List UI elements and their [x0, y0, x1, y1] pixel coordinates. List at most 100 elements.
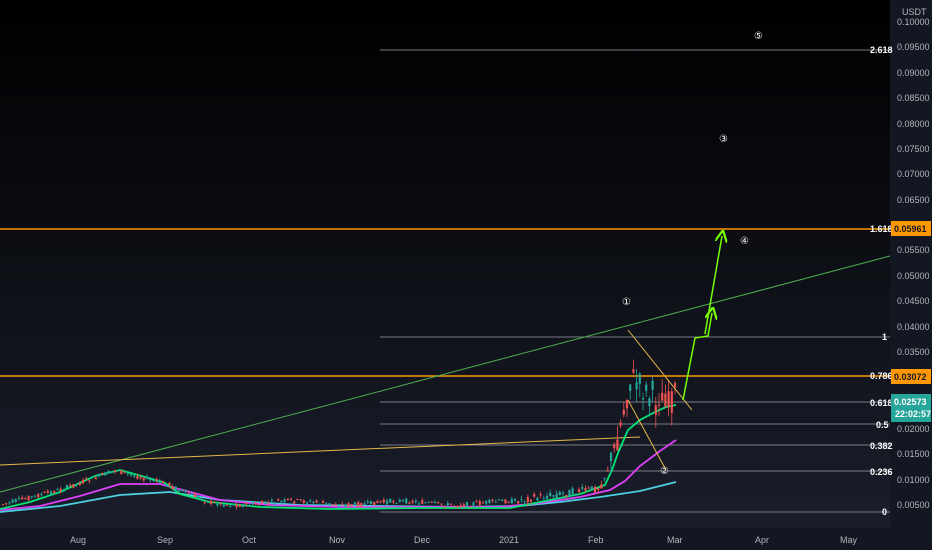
candle-body: [337, 506, 341, 508]
candle-body: [69, 485, 72, 487]
fib-label: 0.786: [870, 371, 893, 381]
candle-body: [145, 476, 149, 479]
candle-body: [14, 499, 17, 502]
candle-body: [331, 504, 334, 506]
candle-body: [53, 491, 56, 494]
candle-body: [72, 484, 75, 488]
candle-body: [8, 502, 11, 504]
candle-body: [350, 504, 353, 506]
candle-body: [648, 398, 651, 407]
candle-body: [568, 490, 571, 497]
candle-body: [574, 493, 577, 496]
candle-body: [5, 503, 8, 505]
candle-body: [270, 499, 273, 501]
candle-body: [501, 499, 504, 501]
time-label: Apr: [755, 535, 769, 545]
candle-body: [235, 504, 238, 508]
candle-body: [427, 501, 430, 503]
candle-body: [430, 501, 433, 503]
candle-body: [385, 500, 389, 504]
candle-body: [360, 503, 363, 507]
candle-body: [558, 492, 561, 496]
time-label: Mar: [667, 535, 683, 545]
chart-canvas[interactable]: USDT 0.10000 0.09500 0.09000 0.08500 0.0…: [0, 0, 932, 550]
candle-body: [353, 502, 357, 505]
candle-body: [104, 472, 107, 476]
candle-body: [398, 499, 401, 502]
candle-body: [661, 392, 664, 401]
candle-body: [632, 369, 635, 373]
candle-body: [536, 497, 539, 501]
candle-body: [597, 488, 600, 491]
candle-body: [520, 499, 523, 501]
candle-body: [46, 490, 49, 493]
candle-body: [161, 481, 165, 483]
candle-body: [334, 504, 337, 506]
wave-label-2[interactable]: ②: [660, 466, 669, 477]
price-tick: 0.01500: [897, 449, 930, 459]
candle-body: [657, 404, 661, 406]
candle-body: [241, 504, 245, 507]
price-tick: 0.03500: [897, 347, 930, 357]
candle-body: [149, 479, 152, 481]
candle-body: [286, 498, 289, 500]
candle-body: [238, 504, 241, 507]
candle-body: [273, 503, 277, 505]
candle-body: [510, 498, 513, 504]
wave-label-3[interactable]: ③: [719, 134, 728, 145]
candle-body: [629, 384, 632, 391]
candle-body: [187, 493, 190, 495]
wave-label-1[interactable]: ①: [622, 297, 631, 308]
candle-body: [152, 480, 155, 482]
price-tick: 0.00500: [897, 500, 930, 510]
candle-body: [533, 494, 536, 497]
candle-body: [280, 500, 283, 503]
candle-body: [437, 502, 440, 504]
candle-body: [373, 501, 376, 506]
candle-body: [600, 484, 603, 489]
candle-body: [209, 500, 213, 504]
time-label: Aug: [70, 535, 86, 545]
candle-body: [613, 444, 616, 449]
candle-body: [216, 504, 219, 506]
candle-body: [379, 500, 382, 503]
fib-label: 0.618: [870, 398, 893, 408]
fib-label: 2.618: [870, 45, 893, 55]
candle-body: [11, 499, 14, 503]
candle-body: [542, 498, 545, 500]
candle-body: [325, 502, 328, 504]
plot-background: [0, 0, 890, 528]
candle-body: [33, 495, 37, 497]
candle-body: [219, 502, 222, 505]
candle-body: [75, 483, 78, 485]
candle-body: [481, 502, 485, 504]
candle-body: [81, 480, 85, 484]
candle-body: [555, 493, 558, 498]
candle-body: [85, 478, 88, 480]
candle-body: [606, 469, 609, 471]
candle-body: [529, 499, 533, 502]
candle-body: [171, 486, 174, 490]
fib-label: 0.236: [870, 467, 893, 477]
candle-body: [1, 504, 5, 506]
candle-body: [232, 504, 235, 506]
candle-body: [638, 373, 641, 384]
candle-body: [184, 489, 187, 492]
candle-body: [433, 501, 437, 504]
candle-body: [59, 488, 62, 492]
candle-body: [344, 504, 347, 507]
wave-label-5[interactable]: ⑤: [754, 31, 763, 42]
candle-body: [411, 500, 414, 503]
candle-body: [395, 503, 398, 505]
wave-label-4[interactable]: ④: [740, 236, 749, 247]
time-label: Oct: [242, 535, 257, 545]
candle-body: [513, 499, 517, 501]
candle-body: [456, 506, 459, 508]
candle-body: [309, 500, 312, 502]
candle-body: [517, 501, 520, 504]
candle-body: [40, 494, 43, 496]
candle-body: [366, 501, 369, 503]
candle-body: [491, 499, 494, 501]
price-tick: 0.07500: [897, 144, 930, 154]
candle-body: [133, 475, 136, 477]
